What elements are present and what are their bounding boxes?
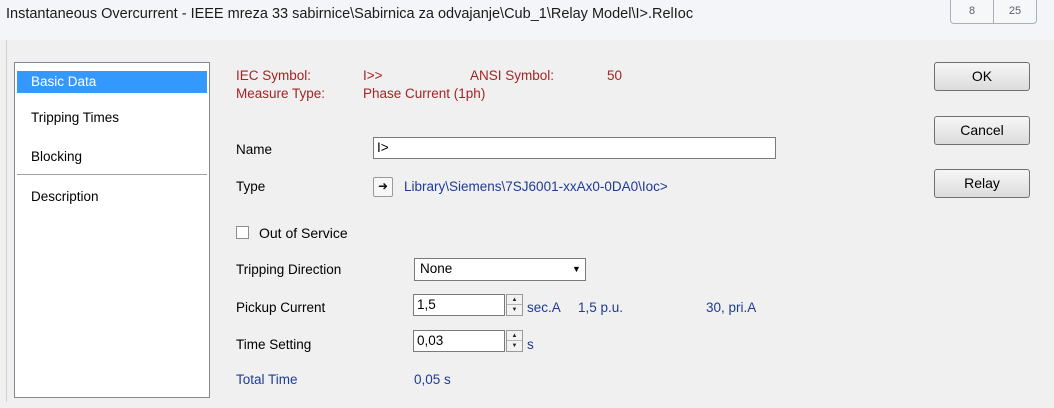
time-setting-unit: s [527, 337, 534, 352]
nav-item-description[interactable]: Description [17, 186, 207, 208]
out-of-service-label: Out of Service [259, 225, 348, 241]
tripping-direction-value: None [420, 261, 453, 276]
measure-type-value: Phase Current (1ph) [363, 86, 486, 101]
spin-down-icon[interactable]: ▼ [507, 341, 522, 351]
chevron-down-icon[interactable]: ▼ [568, 259, 585, 280]
time-setting-input[interactable]: 0,03 [413, 330, 505, 352]
time-setting-spinner[interactable]: ▲ ▼ [506, 330, 523, 352]
title-bar: Instantaneous Overcurrent - IEEE mreza 3… [0, 0, 1054, 40]
cancel-button[interactable]: Cancel [934, 116, 1030, 145]
out-of-service-checkbox[interactable] [236, 226, 249, 239]
total-time-label: Total Time [236, 372, 298, 387]
pickup-pu-value: 1,5 p.u. [578, 300, 624, 315]
pickup-current-spinner[interactable]: ▲ ▼ [506, 294, 523, 316]
pickup-primary-value: 30, pri.A [706, 300, 757, 315]
time-setting-label: Time Setting [236, 337, 312, 352]
spin-up-icon[interactable]: ▲ [507, 331, 522, 341]
window-title: Instantaneous Overcurrent - IEEE mreza 3… [6, 6, 694, 22]
pickup-current-input[interactable]: 1,5 [413, 294, 505, 316]
tripping-direction-select[interactable]: None ▼ [414, 258, 586, 281]
name-input[interactable]: I> [373, 137, 776, 159]
ansi-symbol-label: ANSI Symbol: [470, 68, 555, 83]
help-button[interactable]: 8 [950, 0, 994, 24]
measure-type-label: Measure Type: [236, 86, 326, 101]
page-navigation: Basic Data Tripping Times Blocking Descr… [14, 62, 210, 398]
type-label: Type [236, 179, 266, 194]
pickup-current-label: Pickup Current [236, 300, 326, 315]
ok-button[interactable]: OK [934, 62, 1030, 91]
spin-up-icon[interactable]: ▲ [507, 295, 522, 305]
tripping-direction-label: Tripping Direction [236, 262, 342, 277]
relay-button[interactable]: Relay [934, 169, 1030, 198]
total-time-value: 0,05 s [414, 372, 451, 387]
type-jump-arrow-icon[interactable]: ➜ [373, 177, 393, 197]
iec-symbol-value: I>> [363, 68, 383, 83]
close-button[interactable]: 25 [993, 0, 1037, 24]
nav-item-tripping-times[interactable]: Tripping Times [17, 107, 207, 129]
spin-down-icon[interactable]: ▼ [507, 305, 522, 315]
name-label: Name [236, 142, 273, 157]
nav-item-basic-data[interactable]: Basic Data [17, 71, 207, 93]
nav-item-blocking[interactable]: Blocking [17, 146, 207, 168]
ansi-symbol-value: 50 [607, 68, 623, 83]
nav-divider [17, 174, 207, 175]
type-library-link[interactable]: Library\Siemens\7SJ6001-xxAx0-0DA0\Ioc> [404, 179, 668, 194]
iec-symbol-label: IEC Symbol: [236, 68, 312, 83]
pickup-unit: sec.A [527, 300, 561, 315]
